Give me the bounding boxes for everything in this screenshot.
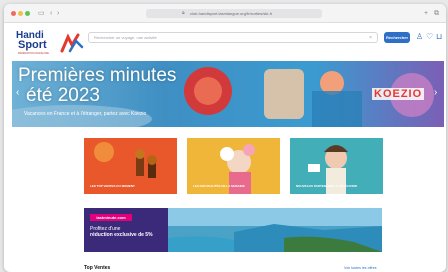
card-nouveaux-partenaires[interactable]: NOUVEAUX PARTENAIRES À DÉCOUVRIR	[290, 138, 383, 194]
maximize-window-button[interactable]	[25, 11, 30, 16]
carousel-next-icon[interactable]: ›	[434, 87, 437, 99]
carousel-prev-icon[interactable]: ‹	[16, 87, 19, 99]
clear-search-icon[interactable]: ×	[369, 34, 372, 42]
hero-title-line1: Premières minutes	[18, 65, 177, 86]
search-button[interactable]: Rechercher	[384, 32, 410, 43]
card-caption: NOUVEAUX PARTENAIRES À DÉCOUVRIR	[296, 184, 357, 188]
search-placeholder: Rechercher un voyage, une activité	[94, 35, 157, 40]
promo-banner-lastminute[interactable]: lastminute.com Profitez d'une réduction …	[84, 208, 382, 252]
hero-subtitle: Vacances en France et à l'étranger, part…	[24, 111, 147, 117]
hero-title-line2: été 2023	[26, 85, 100, 106]
see-all-offers-link[interactable]: Voir toutes les offres	[344, 265, 377, 272]
promo-line2: réduction exclusive de 5%	[90, 232, 153, 238]
card-caption: LES NOUVEAUTÉS DE LA SEMAINE	[193, 184, 245, 188]
search-input[interactable]: Rechercher un voyage, une activité ×	[88, 32, 378, 43]
new-tab-icon[interactable]: +	[424, 9, 428, 18]
sidebar-icon[interactable]: ▭	[38, 9, 45, 18]
favorites-icon[interactable]: ♡	[426, 31, 433, 43]
browser-window: ▭ ‹ › 🔒︎ club-handisport.lasmlangue.org/…	[4, 4, 446, 272]
close-window-button[interactable]	[11, 11, 16, 16]
url-text: club-handisport.lasmlangue.org/fr/sortie…	[190, 11, 273, 16]
cart-icon[interactable]: ⊔	[436, 31, 442, 43]
lastminute-logo: lastminute.com	[90, 214, 132, 221]
back-icon[interactable]: ‹	[50, 9, 52, 18]
browser-toolbar: ▭ ‹ › 🔒︎ club-handisport.lasmlangue.org/…	[4, 4, 446, 23]
promo-panel: lastminute.com Profitez d'une réduction …	[84, 208, 168, 252]
site-header: Handi Sport FÉDÉRATION FRANÇAISE Recherc…	[4, 23, 446, 72]
card-caption: LES TOP VENTES DU MOMENT	[90, 184, 135, 188]
carousel-indicators	[222, 119, 242, 127]
tabs-overview-icon[interactable]: ⧉	[434, 9, 439, 18]
handisport-logo[interactable]: Handi Sport FÉDÉRATION FRANÇAISE	[16, 31, 88, 57]
card-nouveautes[interactable]: LES NOUVEAUTÉS DE LA SEMAINE	[187, 138, 280, 194]
logo-tagline: FÉDÉRATION FRANÇAISE	[18, 52, 49, 55]
hero-brand-logo: KOEZIO	[372, 88, 425, 100]
minimize-window-button[interactable]	[18, 11, 23, 16]
section-title-top-ventes: Top Ventes	[84, 265, 111, 271]
forward-icon[interactable]: ›	[57, 9, 59, 18]
hero-carousel[interactable]: Premières minutes été 2023 Vacances en F…	[12, 61, 444, 127]
card-top-ventes[interactable]: LES TOP VENTES DU MOMENT	[84, 138, 177, 194]
lock-icon: 🔒︎	[182, 10, 185, 16]
address-bar[interactable]: 🔒︎ club-handisport.lasmlangue.org/fr/sor…	[146, 9, 322, 18]
promo-text: Profitez d'une réduction exclusive de 5%	[90, 226, 166, 238]
logo-text-sport: Sport	[18, 39, 47, 51]
account-icon[interactable]: ♙	[416, 31, 423, 43]
logo-swoosh-icon	[60, 33, 84, 53]
